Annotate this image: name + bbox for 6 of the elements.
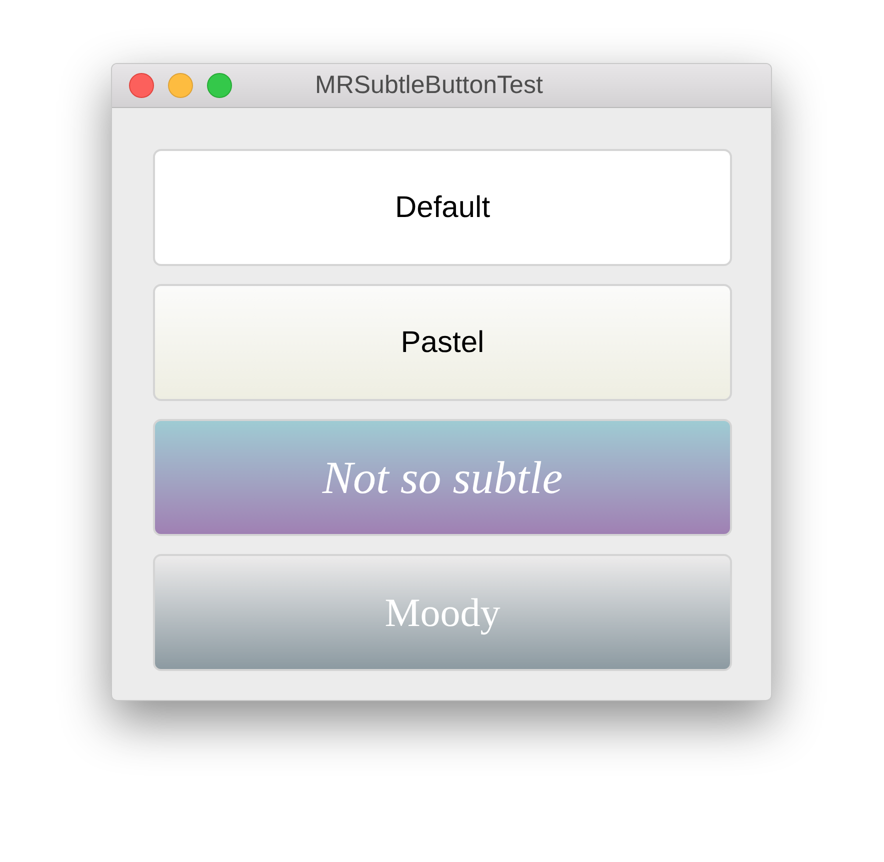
close-icon[interactable] xyxy=(129,73,154,98)
minimize-icon[interactable] xyxy=(168,73,193,98)
style-button[interactable]: Default xyxy=(153,149,732,266)
style-button[interactable]: Pastel xyxy=(153,284,732,401)
window-title: MRSubtleButtonTest xyxy=(315,70,543,101)
zoom-icon[interactable] xyxy=(207,73,232,98)
